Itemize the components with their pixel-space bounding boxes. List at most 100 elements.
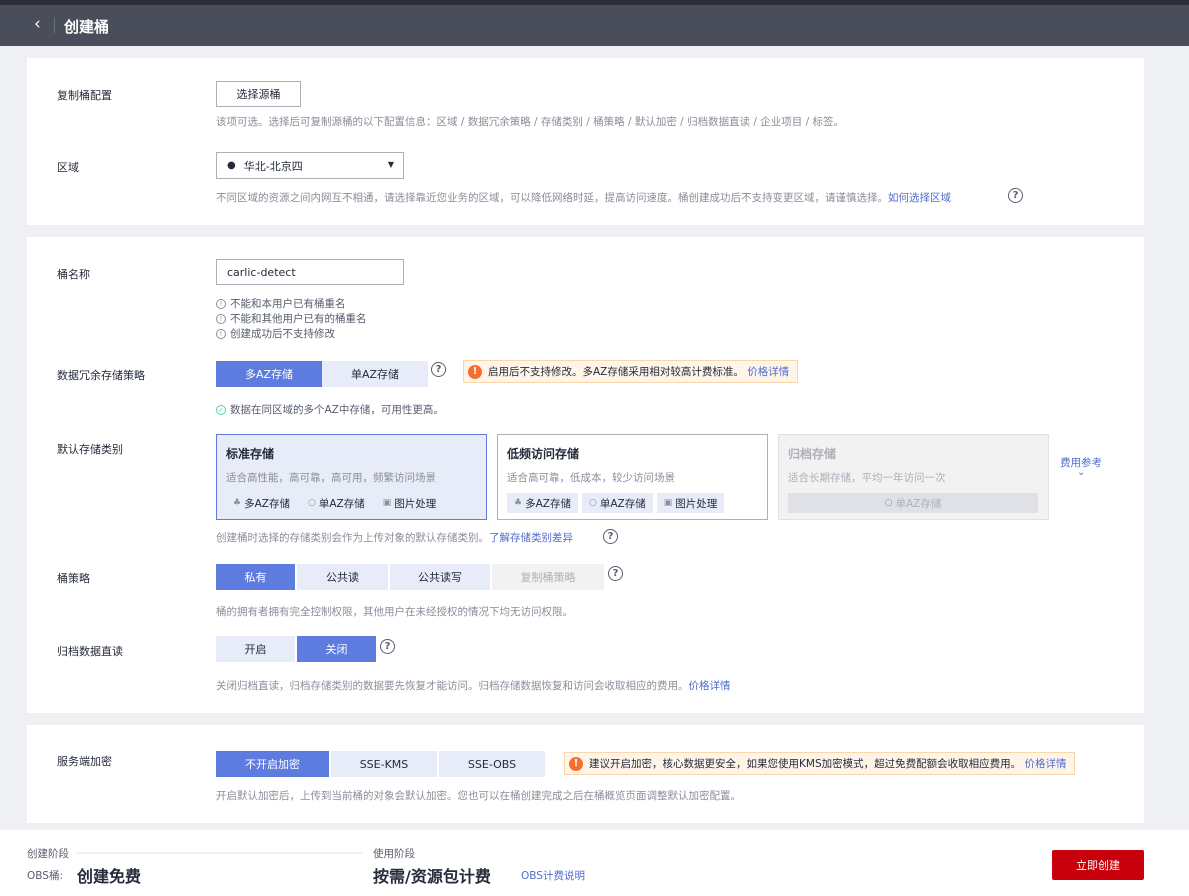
multi-az-icon: ♣ bbox=[514, 498, 523, 508]
help-icon[interactable]: ? bbox=[603, 529, 618, 544]
storage-class-diff-link[interactable]: 了解存储类别差异 bbox=[489, 532, 573, 544]
name-rule: ! 不能和其他用户已有的桶重名 bbox=[216, 311, 367, 326]
select-source-bucket-button[interactable]: 选择源桶 bbox=[216, 81, 301, 107]
redundancy-multi-az[interactable]: 多AZ存储 bbox=[216, 361, 322, 387]
back-icon[interactable]: ‹ bbox=[34, 14, 41, 34]
image-icon: ▣ bbox=[382, 498, 392, 508]
tag-text: 多AZ存储 bbox=[525, 497, 571, 510]
obs-label: OBS桶: bbox=[27, 870, 63, 882]
archive-read-off[interactable]: 关闭 bbox=[297, 636, 376, 662]
bucket-name-label: 桶名称 bbox=[57, 268, 90, 281]
tag-text: 图片处理 bbox=[675, 497, 718, 510]
multi-az-icon: ♣ bbox=[233, 498, 242, 508]
chevron-down-icon[interactable]: ⌄ bbox=[1077, 467, 1085, 478]
create-now-button[interactable]: 立即创建 bbox=[1052, 850, 1144, 880]
policy-public-read[interactable]: 公共读 bbox=[297, 564, 388, 590]
policy-hint: 桶的拥有者拥有完全控制权限，其他用户在未经授权的情况下均无访问权限。 bbox=[216, 606, 573, 618]
help-icon[interactable]: ? bbox=[608, 566, 623, 581]
policy-label: 桶策略 bbox=[57, 572, 90, 585]
check-icon: ✓ bbox=[216, 404, 226, 415]
help-icon[interactable]: ? bbox=[1008, 188, 1023, 203]
rule-text: 不能和其他用户已有的桶重名 bbox=[230, 313, 367, 325]
replicate-region-panel: 复制桶配置 选择源桶 该项可选。选择后可复制源桶的以下配置信息：区域 / 数据冗… bbox=[27, 58, 1144, 225]
price-details-link[interactable]: 价格详情 bbox=[747, 364, 789, 379]
info-icon: ! bbox=[216, 313, 226, 324]
divider bbox=[54, 17, 55, 33]
card-title: 归档存储 bbox=[788, 447, 837, 461]
storage-card-standard[interactable]: 标准存储 适合高性能，高可靠，高可用，频繁访问场景 ♣ 多AZ存储 ○ 单AZ存储 ▣ 图… bbox=[216, 434, 487, 520]
policy-copy[interactable]: 复制桶策略 bbox=[492, 564, 604, 590]
archive-read-on[interactable]: 开启 bbox=[216, 636, 295, 662]
redundancy-warning: ! 启用后不支持修改。多AZ存储采用相对较高计费标准。 价格详情 bbox=[463, 360, 799, 383]
card-desc: 适合长期存储，平均一年访问一次 bbox=[788, 472, 946, 484]
page-header: ‹ 创建桶 bbox=[0, 5, 1189, 46]
tag-single-az: ○ 单AZ存储 bbox=[581, 493, 653, 513]
tag-text: 单AZ存储 bbox=[895, 497, 942, 510]
page-title: 创建桶 bbox=[64, 18, 110, 36]
footer-bar: 创建阶段 OBS桶: 创建免费 使用阶段 按需/资源包计费 OBS计费说明 立即… bbox=[0, 830, 1189, 896]
tag-multi-az: ♣ 多AZ存储 bbox=[507, 493, 578, 513]
card-title: 低频访问存储 bbox=[507, 447, 580, 461]
use-price: 按需/资源包计费 bbox=[373, 867, 491, 886]
policy-private[interactable]: 私有 bbox=[216, 564, 295, 590]
encryption-panel: 服务端加密 不开启加密 SSE-KMS SSE-OBS ! 建议开启加密，核心数据… bbox=[27, 725, 1144, 823]
use-stage-label: 使用阶段 bbox=[373, 848, 415, 860]
warning-text: 建议开启加密，核心数据更安全，如果您使用KMS加密模式，超过免费配额会收取相应费… bbox=[589, 758, 1022, 770]
help-icon[interactable]: ? bbox=[431, 362, 446, 377]
replicate-hint: 该项可选。选择后可复制源桶的以下配置信息：区域 / 数据冗余策略 / 存储类别 … bbox=[216, 116, 844, 128]
how-to-choose-region-link[interactable]: 如何选择区域 bbox=[888, 192, 951, 204]
tag-multi-az: ♣ 多AZ存储 bbox=[226, 493, 297, 513]
create-stage-label: 创建阶段 bbox=[27, 848, 69, 860]
rule-text: 不能和本用户已有桶重名 bbox=[230, 298, 346, 310]
location-pin-icon: ● bbox=[227, 160, 236, 171]
redundancy-label: 数据冗余存储策略 bbox=[57, 369, 145, 382]
warning-text: 启用后不支持修改。多AZ存储采用相对较高计费标准。 bbox=[488, 366, 744, 378]
redundancy-hint: ✓ 数据在同区域的多个AZ中存储，可用性更高。 bbox=[216, 402, 444, 417]
replicate-label: 复制桶配置 bbox=[57, 89, 112, 102]
info-icon: ! bbox=[216, 328, 226, 339]
encryption-label: 服务端加密 bbox=[57, 755, 112, 768]
policy-public-read-write[interactable]: 公共读写 bbox=[390, 564, 490, 590]
single-az-icon: ○ bbox=[307, 498, 316, 508]
info-icon: ! bbox=[216, 298, 226, 309]
card-desc: 适合高性能，高可靠，高可用，频繁访问场景 bbox=[226, 472, 436, 484]
name-rule: ! 不能和本用户已有桶重名 bbox=[216, 296, 346, 311]
region-value: 华北-北京四 bbox=[243, 159, 303, 173]
encryption-sse-kms[interactable]: SSE-KMS bbox=[331, 751, 437, 777]
archive-read-hint: 关闭归档直读，归档存储类别的数据要先恢复才能访问。归档存储数据恢复和访问会收取相… bbox=[216, 678, 731, 693]
tag-image: ▣ 图片处理 bbox=[656, 493, 725, 513]
bucket-name-input[interactable]: carlic-detect bbox=[216, 259, 404, 285]
single-az-icon: ○ bbox=[588, 498, 597, 508]
billing-info-link[interactable]: OBS计费说明 bbox=[521, 868, 585, 883]
encryption-sse-obs[interactable]: SSE-OBS bbox=[439, 751, 545, 777]
tag-text: 多AZ存储 bbox=[244, 497, 290, 510]
create-price: 创建免费 bbox=[77, 867, 142, 886]
tag-text: 单AZ存储 bbox=[318, 497, 365, 510]
stage-line bbox=[76, 852, 362, 854]
rule-text: 创建成功后不支持修改 bbox=[230, 328, 335, 340]
image-icon: ▣ bbox=[663, 498, 673, 508]
encryption-warning: ! 建议开启加密，核心数据更安全，如果您使用KMS加密模式，超过免费配额会收取相应… bbox=[564, 752, 1076, 775]
hint-text: 创建桶时选择的存储类别会作为上传对象的默认存储类别。 bbox=[216, 532, 489, 544]
caret-down-icon: ▼ bbox=[387, 160, 394, 169]
storage-card-infrequent[interactable]: 低频访问存储 适合高可靠，低成本，较少访问场景 ♣ 多AZ存储 ○ 单AZ存储 ▣ 图片处… bbox=[497, 434, 768, 520]
tag-single-az: ○ 单AZ存储 bbox=[788, 493, 1038, 513]
price-details-link[interactable]: 价格详情 bbox=[689, 680, 731, 692]
encryption-off[interactable]: 不开启加密 bbox=[216, 751, 329, 777]
card-desc: 适合高可靠，低成本，较少访问场景 bbox=[507, 472, 675, 484]
redundancy-single-az[interactable]: 单AZ存储 bbox=[322, 361, 428, 387]
encryption-hint: 开启默认加密后，上传到当前桶的对象会默认加密。您也可以在桶创建完成之后在桶概览页… bbox=[216, 790, 741, 802]
archive-read-label: 归档数据直读 bbox=[57, 645, 123, 658]
tag-text: 单AZ存储 bbox=[599, 497, 646, 510]
warning-icon: ! bbox=[468, 364, 482, 379]
help-icon[interactable]: ? bbox=[380, 639, 395, 654]
tag-single-az: ○ 单AZ存储 bbox=[301, 493, 372, 513]
tag-image: ▣ 图片处理 bbox=[376, 493, 444, 513]
bucket-settings-panel: 桶名称 carlic-detect ! 不能和本用户已有桶重名 ! 不能和其他用户已… bbox=[27, 237, 1144, 713]
price-details-link[interactable]: 价格详情 bbox=[1024, 756, 1066, 771]
region-select[interactable]: ● 华北-北京四 ▼ bbox=[216, 152, 404, 179]
tag-text: 图片处理 bbox=[394, 497, 437, 510]
storage-card-archive[interactable]: 归档存储 适合长期存储，平均一年访问一次 ○ 单AZ存储 bbox=[778, 434, 1049, 520]
warning-icon: ! bbox=[569, 756, 583, 771]
hint-text: 关闭归档直读，归档存储类别的数据要先恢复才能访问。归档存储数据恢复和访问会收取相… bbox=[216, 680, 689, 692]
